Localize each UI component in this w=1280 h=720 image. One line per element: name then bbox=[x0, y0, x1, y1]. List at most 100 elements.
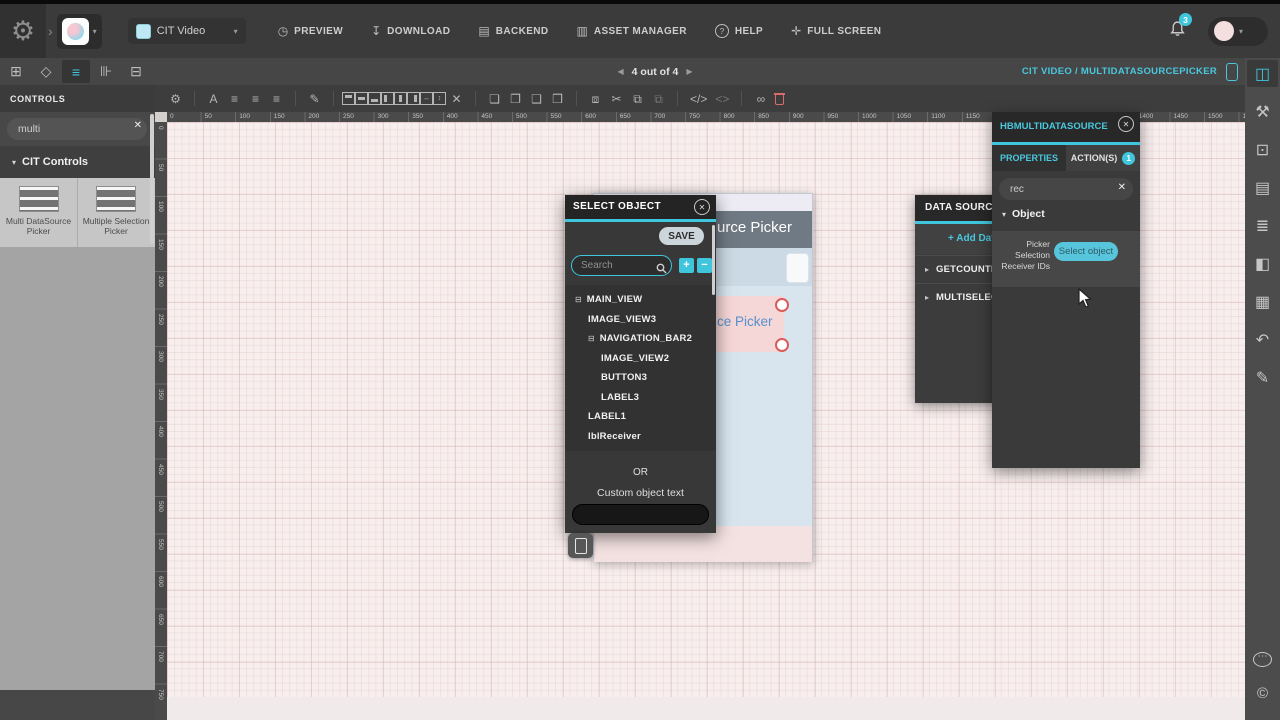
modal-scrollbar[interactable] bbox=[712, 225, 715, 295]
device-frame-button[interactable] bbox=[568, 533, 593, 558]
code-preview-icon[interactable]: <> bbox=[715, 93, 729, 105]
collapse-node-icon[interactable]: ⊟ bbox=[575, 295, 582, 304]
widget-settings-button[interactable]: ⊡ bbox=[1247, 136, 1278, 163]
delete-trash-icon[interactable] bbox=[774, 92, 786, 105]
breadcrumb[interactable]: CIT VIDEO / MULTIDATASOURCEPICKER bbox=[1022, 66, 1217, 77]
layout-button[interactable]: ◧ bbox=[1247, 250, 1278, 277]
pages-grid-button[interactable]: ⊞ bbox=[2, 60, 30, 83]
sub-toolbar: ⊞ ◇ ≡ ⊪ ⊟ ◀ 4 out of 4 ▶ CIT VIDEO / MULTIDA… bbox=[0, 58, 1280, 85]
components-button[interactable]: ◇ bbox=[32, 60, 60, 83]
controls-button[interactable]: ≡ bbox=[62, 60, 90, 83]
send-backward-icon[interactable]: ❑ bbox=[530, 93, 543, 105]
tree-item-image_view3[interactable]: IMAGE_VIEW3 bbox=[565, 310, 716, 330]
current-app-switcher[interactable]: ▾ bbox=[56, 13, 102, 49]
download-button[interactable]: ↧ DOWNLOAD bbox=[371, 25, 450, 37]
next-screen-icon[interactable]: ▶ bbox=[686, 67, 692, 76]
close-icon[interactable]: ✕ bbox=[694, 199, 710, 215]
canvas-settings-icon[interactable]: ⚙ bbox=[169, 93, 182, 105]
cut-scissors-icon[interactable]: ✂ bbox=[610, 93, 623, 105]
tree-item-image_view2[interactable]: IMAGE_VIEW2 bbox=[565, 349, 716, 369]
anchor-bottom-icon[interactable] bbox=[368, 92, 381, 105]
tree-item-navigation_bar2[interactable]: ⊟ NAVIGATION_BAR2 bbox=[565, 329, 716, 349]
ruler-v-label: 400 bbox=[157, 426, 164, 437]
custom-object-input[interactable] bbox=[572, 504, 709, 525]
user-menu[interactable]: ▾ bbox=[1208, 16, 1268, 46]
save-button[interactable]: SAVE bbox=[659, 227, 704, 245]
archive-button[interactable]: ⊟ bbox=[122, 60, 150, 83]
send-to-back-icon[interactable]: ❒ bbox=[551, 93, 564, 105]
marquee-select-icon[interactable]: ⧈ bbox=[589, 93, 602, 105]
anchor-middle-icon[interactable] bbox=[355, 92, 368, 105]
outline-button[interactable]: ≣ bbox=[1247, 212, 1278, 239]
notifications-button[interactable]: 3 bbox=[1169, 13, 1192, 42]
ruler-v-label: 150 bbox=[157, 238, 164, 250]
tree-item-button3[interactable]: BUTTON3 bbox=[565, 368, 716, 388]
tab-properties[interactable]: PROPERTIES bbox=[992, 145, 1066, 171]
code-icon[interactable]: </> bbox=[690, 93, 707, 105]
cit-controls-section[interactable]: ▾ CIT Controls bbox=[0, 146, 155, 178]
text-style-icon[interactable]: A bbox=[207, 93, 220, 105]
project-select[interactable]: CIT Video ▾ bbox=[127, 18, 246, 44]
object-section-header[interactable]: ▾ Object bbox=[1002, 208, 1045, 220]
help-button[interactable]: ? HELP bbox=[714, 24, 763, 38]
clear-search-icon[interactable]: ✕ bbox=[134, 121, 142, 131]
close-icon[interactable]: ✕ bbox=[1118, 116, 1134, 132]
preview-button[interactable]: ◷ PREVIEW bbox=[278, 25, 343, 37]
select-object-button[interactable]: Select object bbox=[1054, 242, 1118, 261]
ruler-v-label: 0 bbox=[157, 126, 164, 130]
bring-forward-icon[interactable]: ❐ bbox=[509, 93, 522, 105]
bring-to-front-icon[interactable]: ❏ bbox=[488, 93, 501, 105]
properties-tabs: PROPERTIES ACTION(S) 1 bbox=[992, 145, 1140, 171]
tools-button[interactable]: ⚒ bbox=[1247, 98, 1278, 125]
edit-button[interactable]: ✎ bbox=[1247, 364, 1278, 391]
full-screen-button[interactable]: ✛ FULL SCREEN bbox=[791, 25, 881, 37]
controls-search-input[interactable] bbox=[7, 118, 147, 140]
anchor-center-icon[interactable] bbox=[394, 92, 407, 105]
chevron-down-icon: ▾ bbox=[12, 157, 17, 167]
stretch-vertical-icon[interactable]: ↕ bbox=[433, 92, 446, 105]
selection-handle-bottom[interactable] bbox=[775, 338, 789, 352]
ruler-v-label: 100 bbox=[157, 201, 164, 212]
tree-item-label1[interactable]: LABEL1 bbox=[565, 407, 716, 427]
ruler-v-label: 50 bbox=[157, 163, 164, 171]
link-icon[interactable]: ∞ bbox=[754, 93, 767, 105]
copy-icon[interactable]: ⧉ bbox=[631, 93, 644, 105]
backend-button[interactable]: ▤ BACKEND bbox=[478, 25, 548, 37]
anchor-right-icon[interactable] bbox=[407, 92, 420, 105]
asset-manager-button[interactable]: ▥ ASSET MANAGER bbox=[577, 25, 687, 37]
tree-item-main_view[interactable]: ⊟ MAIN_VIEW bbox=[565, 290, 716, 310]
prev-screen-icon[interactable]: ◀ bbox=[618, 67, 624, 76]
control-multiple-selection-picker[interactable]: Multiple Selection Picker bbox=[77, 178, 154, 247]
controls-search-row: ✕ bbox=[0, 112, 155, 146]
assets-grid-button[interactable]: ▦ bbox=[1247, 288, 1278, 315]
collapse-node-icon[interactable]: ⊟ bbox=[588, 334, 595, 343]
anchor-left-icon[interactable] bbox=[381, 92, 394, 105]
tab-actions[interactable]: ACTION(S) 1 bbox=[1066, 145, 1140, 171]
expand-arrows-icon[interactable]: ✕ bbox=[450, 93, 463, 105]
settings-sliders-button[interactable]: ⊪ bbox=[92, 60, 120, 83]
expand-all-button[interactable]: + bbox=[679, 258, 694, 273]
anchor-top-icon[interactable] bbox=[342, 92, 355, 105]
stretch-horizontal-icon[interactable]: ↔ bbox=[420, 92, 433, 105]
align-left-icon[interactable]: ≡ bbox=[228, 93, 241, 105]
ruler-h-label: 50 bbox=[204, 113, 212, 120]
app-logo[interactable]: ⚙ bbox=[0, 4, 46, 58]
control-multi-datasource-picker[interactable]: Multi DataSource Picker bbox=[0, 178, 77, 247]
chat-support-button[interactable]: ⋯ bbox=[1253, 652, 1272, 667]
align-center-icon[interactable]: ≡ bbox=[249, 93, 262, 105]
undo-button[interactable]: ↶ bbox=[1247, 326, 1278, 353]
tree-item-lblreceiver[interactable]: lblReceiver bbox=[565, 427, 716, 447]
phone-view-icon[interactable] bbox=[1226, 62, 1238, 81]
properties-search-input[interactable] bbox=[999, 178, 1133, 200]
selection-handle-top[interactable] bbox=[775, 298, 789, 312]
clear-search-icon[interactable]: ✕ bbox=[1118, 183, 1126, 193]
eyedropper-icon[interactable]: ✎ bbox=[308, 93, 321, 105]
align-right-icon[interactable]: ≡ bbox=[270, 93, 283, 105]
sidebar-scrollbar[interactable] bbox=[150, 114, 154, 244]
copyright-icon[interactable]: © bbox=[1257, 685, 1268, 702]
notes-button[interactable]: ▤ bbox=[1247, 174, 1278, 201]
tree-item-label3[interactable]: LABEL3 bbox=[565, 388, 716, 408]
paste-icon[interactable]: ⧉ bbox=[652, 93, 665, 105]
collapse-all-button[interactable]: − bbox=[697, 258, 712, 273]
panels-button[interactable]: ◫ bbox=[1247, 60, 1278, 87]
